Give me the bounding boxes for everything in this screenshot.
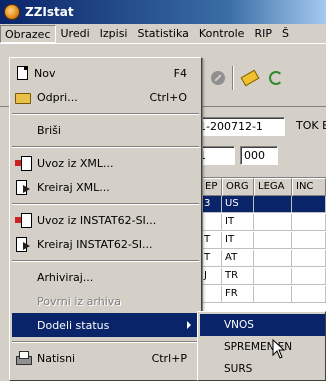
eraser-icon (240, 69, 260, 87)
submenu-item-surs[interactable]: SURS (200, 358, 325, 380)
cell-inc (292, 286, 326, 303)
blank-icon (15, 122, 31, 138)
column-header-lega[interactable]: LEGA (254, 178, 292, 196)
import-icon (15, 212, 32, 228)
column-header-org[interactable]: ORG (222, 178, 254, 196)
cell-lega (254, 196, 292, 213)
blank-icon (15, 317, 31, 333)
import-icon (15, 155, 32, 171)
app-icon (4, 4, 20, 20)
menu-item-label: Uvoz iz XML... (37, 156, 114, 170)
menu-separator (12, 203, 199, 205)
cell-inc (292, 214, 326, 231)
menu-item-uvoz-xml[interactable]: Uvoz iz XML... (12, 151, 199, 175)
submenu-item-spremenjen[interactable]: SPREMENJEN (200, 336, 325, 358)
cell-org: AT (222, 250, 254, 267)
menu-item-label: Natisni (37, 351, 76, 365)
submenu-arrow-icon (187, 321, 191, 329)
cell-lega (254, 250, 292, 267)
refresh-icon (269, 71, 283, 85)
menu-item-povrni: Povrni iz arhiva (12, 289, 199, 313)
cell-org: TR (222, 268, 254, 285)
status-submenu: VNOS SPREMENJEN SURS (197, 311, 326, 381)
stop-icon (211, 71, 225, 85)
menu-item-brisi[interactable]: Briši (12, 118, 199, 142)
menu-item-label: Odpri... (37, 90, 78, 104)
menu-item-natisni[interactable]: Natisni Ctrl+P (12, 346, 199, 370)
menu-rip[interactable]: RIP (249, 25, 277, 43)
cell-lega (254, 214, 292, 231)
menu-item-kreiraj-xml[interactable]: Kreiraj XML... (12, 175, 199, 199)
blank-icon (15, 293, 31, 309)
tok-label: TOK E (296, 119, 326, 132)
menu-item-nov[interactable]: Nov F4 (12, 61, 199, 85)
menu-item-kreiraj-instat[interactable]: Kreiraj INSTAT62-SI... (12, 232, 199, 256)
blank-icon (15, 269, 31, 285)
column-header-inc[interactable]: INC (292, 178, 326, 196)
cell-inc (292, 232, 326, 249)
window-title: ZZIstat (25, 5, 74, 19)
menu-separator (12, 146, 199, 148)
cell-org: IT (222, 232, 254, 249)
menu-separator (12, 341, 199, 343)
refresh-button[interactable] (264, 66, 288, 90)
cell-inc (292, 250, 326, 267)
submenu-item-vnos[interactable]: VNOS (200, 314, 325, 336)
export-icon (15, 179, 31, 195)
toolbar-separator-2 (232, 66, 234, 90)
export-icon (15, 236, 31, 252)
cell-org: US (222, 196, 254, 213)
cell-org: IT (222, 214, 254, 231)
cell-org: FR (222, 286, 254, 303)
menu-item-label: Dodeli status (37, 318, 110, 332)
menu-item-uvoz-instat[interactable]: Uvoz iz INSTAT62-SI... (12, 208, 199, 232)
menu-izpisi[interactable]: Izpisi (95, 25, 133, 43)
obrazec-dropdown-menu: Nov F4 Odpri... Ctrl+O Briši Uvoz iz XML… (9, 57, 202, 381)
menu-item-label: Kreiraj XML... (37, 180, 110, 194)
cell-inc (292, 196, 326, 213)
cell-lega (254, 286, 292, 303)
menu-item-odpri[interactable]: Odpri... Ctrl+O (12, 85, 199, 109)
menu-item-label: Briši (37, 123, 61, 137)
menu-obrazec[interactable]: Obrazec (0, 24, 56, 43)
eraser-button[interactable] (238, 66, 262, 90)
menu-separator (12, 113, 199, 115)
cell-inc (292, 268, 326, 285)
cell-lega (254, 268, 292, 285)
menu-item-dodeli-status[interactable]: Dodeli status (12, 313, 199, 337)
menu-item-shortcut: Ctrl+O (149, 90, 187, 104)
menu-item-shortcut: Ctrl+P (151, 351, 187, 365)
printer-icon (15, 350, 32, 366)
menu-item-label: Uvoz iz INSTAT62-SI... (37, 213, 157, 227)
field-2[interactable]: 000 (240, 146, 278, 165)
menu-item-label: Arhiviraj... (37, 270, 94, 284)
cell-lega (254, 232, 292, 249)
open-folder-icon (15, 93, 31, 104)
menu-item-label: Nov (34, 66, 56, 80)
menu-uredi[interactable]: Uredi (56, 25, 95, 43)
menu-item-shortcut: F4 (173, 66, 187, 80)
title-bar: ZZIstat (0, 0, 326, 24)
menu-bar: Obrazec Uredi Izpisi Statistika Kontrole… (0, 24, 326, 44)
stop-button[interactable] (206, 66, 230, 90)
menu-more[interactable]: Š (277, 25, 294, 43)
menu-item-label: Povrni iz arhiva (37, 294, 122, 308)
new-document-icon (17, 66, 28, 80)
menu-item-label: Kreiraj INSTAT62-SI... (37, 237, 153, 251)
menu-item-arhiviraj[interactable]: Arhiviraj... (12, 265, 199, 289)
document-number-field[interactable]: 1-200712-1 (195, 117, 285, 136)
menu-separator (12, 260, 199, 262)
menu-statistika[interactable]: Statistika (132, 25, 193, 43)
menu-kontrole[interactable]: Kontrole (194, 25, 250, 43)
